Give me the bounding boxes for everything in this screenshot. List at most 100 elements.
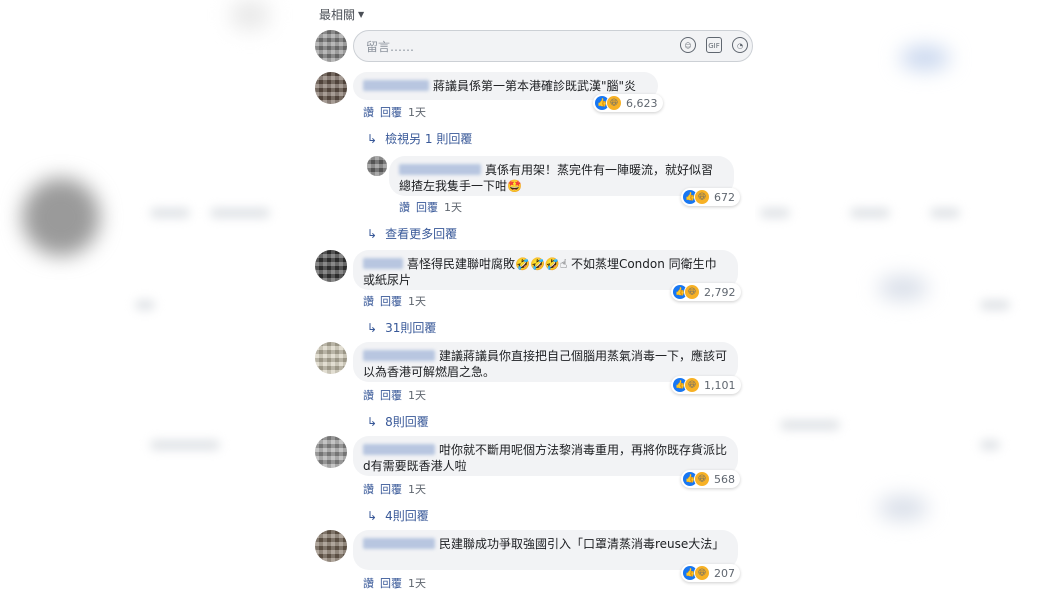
blurred-text [760, 208, 790, 218]
gif-icon[interactable]: GIF [706, 37, 722, 53]
blurred-text [780, 420, 840, 430]
blurred-text [210, 208, 270, 218]
comment-actions: 讚回覆 1天 [399, 199, 468, 215]
reply-arrow-icon: ↳ [367, 132, 378, 146]
timestamp[interactable]: 1天 [408, 577, 426, 590]
reply-button[interactable]: 回覆 [380, 295, 402, 308]
like-button[interactable]: 讚 [363, 389, 374, 402]
commenter-name[interactable] [399, 164, 481, 175]
sort-label: 最相關 [319, 8, 356, 22]
comment-text: 喜怪得民建聯咁腐敗🤣🤣🤣☝ 不如蒸埋Condon 同衛生巾或紙尿片 [363, 257, 717, 287]
like-button[interactable]: 讚 [363, 483, 374, 496]
view-replies-label: 4則回覆 [385, 509, 429, 523]
comment: 建議蔣議員你直接把自己個腦用蒸氣消毒一下，應該可以為香港可解燃眉之急。 👍 😆 1… [305, 342, 755, 430]
commenter-name[interactable] [363, 444, 435, 455]
comment-composer: 留言…… ☺ GIF ◔ [305, 30, 755, 62]
reply-arrow-icon: ↳ [367, 227, 378, 241]
comment-actions: 讚回覆 1天 [363, 387, 432, 403]
comment: 喜怪得民建聯咁腐敗🤣🤣🤣☝ 不如蒸埋Condon 同衛生巾或紙尿片 👍 😆 2,7… [305, 250, 755, 336]
reply-arrow-icon: ↳ [367, 321, 378, 335]
reaction-count[interactable]: 👍 😆 2,792 [671, 283, 741, 301]
like-button[interactable]: 讚 [363, 295, 374, 308]
haha-icon: 😆 [606, 95, 622, 111]
commenter-name[interactable] [363, 80, 429, 91]
timestamp[interactable]: 1天 [408, 389, 426, 402]
reply-button[interactable]: 回覆 [380, 577, 402, 590]
sort-dropdown[interactable]: 最相關 ▼ [319, 6, 364, 23]
blurred-reaction [900, 46, 950, 70]
timestamp[interactable]: 1天 [444, 201, 462, 214]
avatar [315, 30, 347, 62]
reaction-count[interactable]: 👍 😆 672 [681, 188, 740, 206]
avatar[interactable] [315, 530, 347, 562]
caret-down-icon: ▼ [358, 10, 365, 19]
reaction-count[interactable]: 👍 😆 6,623 [593, 94, 663, 112]
avatar[interactable] [315, 342, 347, 374]
timestamp[interactable]: 1天 [408, 483, 426, 496]
comments-panel: 最相關 ▼ 留言…… ☺ GIF ◔ 蔣議員係第一第本港確診既武漢"腦"炎 👍 😆 … [305, 0, 755, 596]
reaction-count[interactable]: 👍 😆 1,101 [671, 376, 741, 394]
avatar[interactable] [315, 436, 347, 468]
timestamp[interactable]: 1天 [408, 295, 426, 308]
view-replies-link[interactable]: ↳ 4則回覆 [367, 507, 429, 524]
sticker-icon[interactable]: ◔ [732, 37, 748, 53]
reaction-number: 568 [714, 472, 735, 486]
comment-bubble: 真係有用架！蒸完件有一陣暖流，就好似習總揸左我隻手一下咁🤩 [389, 156, 734, 196]
reaction-number: 672 [714, 190, 735, 204]
reply-button[interactable]: 回覆 [380, 106, 402, 119]
emoji-icon[interactable]: ☺ [680, 37, 696, 53]
avatar[interactable] [315, 72, 347, 104]
commenter-name[interactable] [363, 258, 403, 269]
commenter-name[interactable] [363, 538, 435, 549]
haha-icon: 😆 [694, 565, 710, 581]
haha-icon: 😆 [694, 189, 710, 205]
blurred-avatar [22, 178, 100, 256]
haha-icon: 😆 [684, 377, 700, 393]
reply-button[interactable]: 回覆 [380, 483, 402, 496]
commenter-name[interactable] [363, 350, 435, 361]
comment-text: 蔣議員係第一第本港確診既武漢"腦"炎 [433, 79, 637, 93]
comment-bubble: 民建聯成功爭取強國引入「口罩清蒸消毒reuse大法」 [353, 530, 738, 570]
reply-arrow-icon: ↳ [367, 509, 378, 523]
comment-bubble: 咁你就不斷用呢個方法黎消毒重用，再將你既存貨派比d有需要既香港人啦 [353, 436, 738, 476]
comment: 民建聯成功爭取強國引入「口罩清蒸消毒reuse大法」 👍 😆 207 讚回覆 1天 [305, 530, 755, 594]
comment-text: 民建聯成功爭取強國引入「口罩清蒸消毒reuse大法」 [439, 537, 725, 551]
haha-icon: 😆 [694, 471, 710, 487]
blurred-text [150, 208, 190, 218]
view-replies-label: 檢視另 1 則回覆 [385, 132, 473, 146]
blurred-text [980, 440, 1000, 450]
comment-actions: 讚回覆 1天 [363, 575, 432, 591]
reply-comment: 真係有用架！蒸完件有一陣暖流，就好似習總揸左我隻手一下咁🤩 👍 😆 672 讚回覆… [305, 156, 755, 246]
view-replies-label: 31則回覆 [385, 321, 437, 335]
comment-actions: 讚回覆 1天 [363, 104, 432, 120]
blurred-avatar [230, 0, 270, 30]
reaction-number: 2,792 [704, 285, 736, 299]
comment-actions: 讚回覆 1天 [363, 293, 432, 309]
like-button[interactable]: 讚 [399, 201, 410, 214]
view-replies-link[interactable]: ↳ 8則回覆 [367, 413, 429, 430]
like-button[interactable]: 讚 [363, 577, 374, 590]
reply-arrow-icon: ↳ [367, 415, 378, 429]
blurred-text [930, 208, 960, 218]
reaction-number: 6,623 [626, 96, 658, 110]
reply-button[interactable]: 回覆 [380, 389, 402, 402]
avatar[interactable] [367, 156, 387, 176]
view-replies-link[interactable]: ↳ 檢視另 1 則回覆 [367, 130, 472, 147]
more-replies-link[interactable]: ↳ 查看更多回覆 [367, 225, 457, 242]
blurred-reaction [878, 496, 928, 520]
reaction-number: 1,101 [704, 378, 736, 392]
blurred-reaction [878, 276, 928, 300]
comment: 蔣議員係第一第本港確診既武漢"腦"炎 👍 😆 6,623 讚回覆 1天 ↳ 檢視另 1… [305, 72, 755, 150]
more-replies-label: 查看更多回覆 [385, 227, 458, 241]
avatar[interactable] [315, 250, 347, 282]
view-replies-link[interactable]: ↳ 31則回覆 [367, 319, 436, 336]
blurred-text [850, 208, 890, 218]
reply-button[interactable]: 回覆 [416, 201, 438, 214]
timestamp[interactable]: 1天 [408, 106, 426, 119]
like-button[interactable]: 讚 [363, 106, 374, 119]
comment-input[interactable]: 留言…… ☺ GIF ◔ [353, 30, 753, 62]
haha-icon: 😆 [684, 284, 700, 300]
reaction-count[interactable]: 👍 😆 568 [681, 470, 740, 488]
reaction-count[interactable]: 👍 😆 207 [681, 564, 740, 582]
reaction-number: 207 [714, 566, 735, 580]
